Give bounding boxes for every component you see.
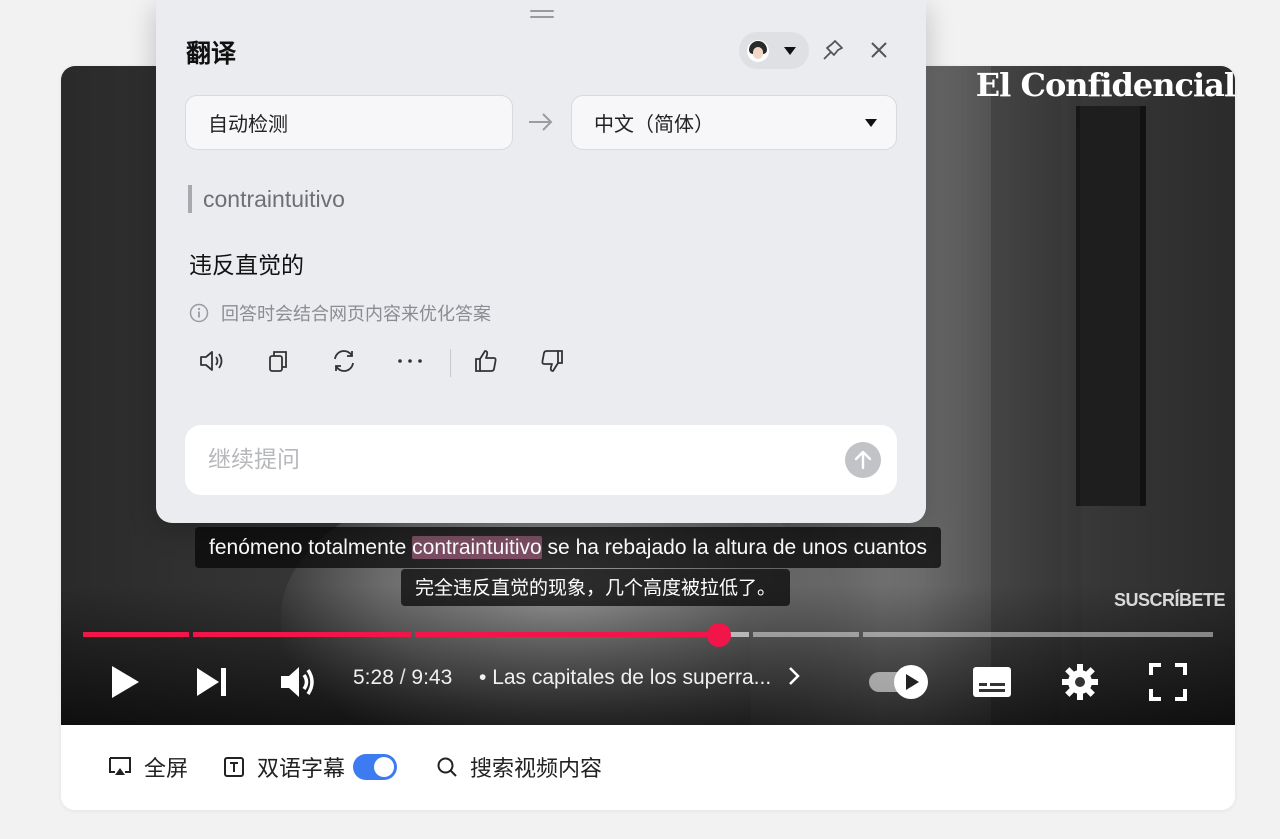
fullscreen-label: 全屏 (144, 757, 189, 782)
scrubber-handle[interactable] (707, 623, 731, 647)
source-language-select[interactable]: 自动检测 (185, 95, 513, 150)
play-button[interactable] (109, 662, 141, 702)
caption-text-after: se ha rebajado la altura de unos cuantos (541, 536, 927, 559)
bilingual-subtitles-option[interactable]: 双语字幕 (223, 749, 398, 785)
avatar (747, 39, 769, 62)
gear-icon (1062, 664, 1098, 700)
context-note: 回答时会结合网页内容来优化答案 (189, 300, 491, 326)
autoplay-icon (869, 665, 928, 699)
volume-icon (281, 667, 314, 697)
subscribe-watermark[interactable]: SUSCRÍBETE (1114, 590, 1226, 611)
subtitle-t-icon (224, 757, 244, 777)
translate-panel: 翻译 自动检测 中文（简体） contraintuitivo 违反直觉的 回答时… (156, 0, 926, 523)
close-button[interactable] (867, 38, 891, 66)
speaker-icon (200, 351, 223, 371)
more-dots-icon (398, 359, 422, 363)
caption-original: fenómeno totalmente contraintuitivo se h… (195, 527, 941, 568)
copy-icon (269, 351, 287, 372)
regenerate-button[interactable] (328, 345, 360, 377)
time-separator: / (393, 666, 412, 689)
chapter-segment[interactable] (193, 632, 411, 637)
chapter-segment[interactable] (83, 632, 189, 637)
fullscreen-player-button[interactable] (1149, 662, 1187, 702)
controls-gradient (61, 585, 1235, 725)
more-button[interactable] (394, 345, 426, 377)
caption-text-before: fenómeno totalmente (209, 536, 413, 559)
speak-button[interactable] (196, 345, 228, 377)
chapter-segment[interactable] (415, 632, 719, 637)
swap-direction-arrow (527, 110, 555, 138)
source-text: contraintuitivo (188, 185, 345, 213)
chapter-dot: • (479, 666, 493, 689)
progress-bar[interactable] (83, 623, 1213, 647)
context-note-text: 回答时会结合网页内容来优化答案 (221, 304, 491, 325)
close-icon (871, 42, 887, 58)
panel-title: 翻译 (186, 39, 237, 68)
caret-down-icon (865, 118, 877, 127)
follow-up-box (185, 425, 897, 495)
subtitles-icon (973, 667, 1011, 697)
thumbs-up-icon (475, 350, 497, 372)
pin-icon (823, 40, 843, 60)
refresh-icon (334, 350, 354, 372)
toggle-knob (374, 757, 395, 777)
bilingual-toggle[interactable] (353, 754, 398, 780)
search-icon (437, 757, 457, 777)
skip-next-icon (197, 668, 226, 696)
translation-result: 违反直觉的 (189, 253, 304, 279)
time-display: 5:28 / 9:43 (353, 666, 452, 690)
copy-button[interactable] (262, 345, 294, 377)
bilingual-label: 双语字幕 (257, 757, 346, 782)
next-button[interactable] (195, 662, 229, 702)
chapter-title-button[interactable]: • Las capitales de los superra... (479, 666, 801, 690)
subtitles-button[interactable] (971, 662, 1013, 702)
drag-handle[interactable] (530, 10, 554, 20)
search-video-button[interactable]: 搜索视频内容 (436, 749, 602, 785)
like-button[interactable] (470, 345, 502, 377)
autoplay-toggle[interactable] (867, 662, 933, 702)
search-video-label: 搜索视频内容 (470, 757, 603, 782)
target-language-select[interactable]: 中文（简体） (571, 95, 897, 150)
fullscreen-icon (1149, 663, 1187, 701)
current-time: 5:28 (353, 666, 394, 689)
caret-down-icon (784, 46, 796, 55)
arrow-up-icon (854, 450, 872, 470)
cast-screen-icon (109, 757, 131, 775)
target-language-label: 中文（简体） (594, 112, 714, 136)
settings-button[interactable] (1061, 662, 1099, 702)
follow-up-input[interactable] (208, 447, 808, 473)
duration: 9:43 (411, 666, 453, 689)
play-icon (112, 666, 139, 698)
dislike-button[interactable] (536, 345, 568, 377)
channel-logo: El Confidencial (975, 66, 1235, 104)
caption-translation: 完全违反直觉的现象，几个高度被拉低了。 (401, 569, 791, 606)
volume-button[interactable] (279, 662, 317, 702)
chapter-title: Las capitales de los superra... (492, 666, 772, 689)
actions-divider (450, 349, 451, 377)
video-toolbar: 全屏 双语字幕 搜索视频内容 (61, 725, 1235, 810)
chevron-right-icon (789, 667, 800, 685)
info-icon (189, 303, 209, 323)
caption-highlight-word[interactable]: contraintuitivo (412, 536, 542, 559)
chapter-segment[interactable] (863, 632, 1213, 637)
thumbs-down-icon (541, 350, 563, 372)
arrow-right-icon (529, 113, 553, 131)
pin-button[interactable] (821, 38, 845, 66)
fullscreen-button[interactable]: 全屏 (108, 749, 188, 785)
model-selector[interactable] (739, 32, 809, 69)
source-language-label: 自动检测 (208, 112, 288, 136)
send-button[interactable] (845, 442, 881, 478)
chapter-segment[interactable] (753, 632, 859, 637)
video-frame-picture (1076, 106, 1146, 506)
